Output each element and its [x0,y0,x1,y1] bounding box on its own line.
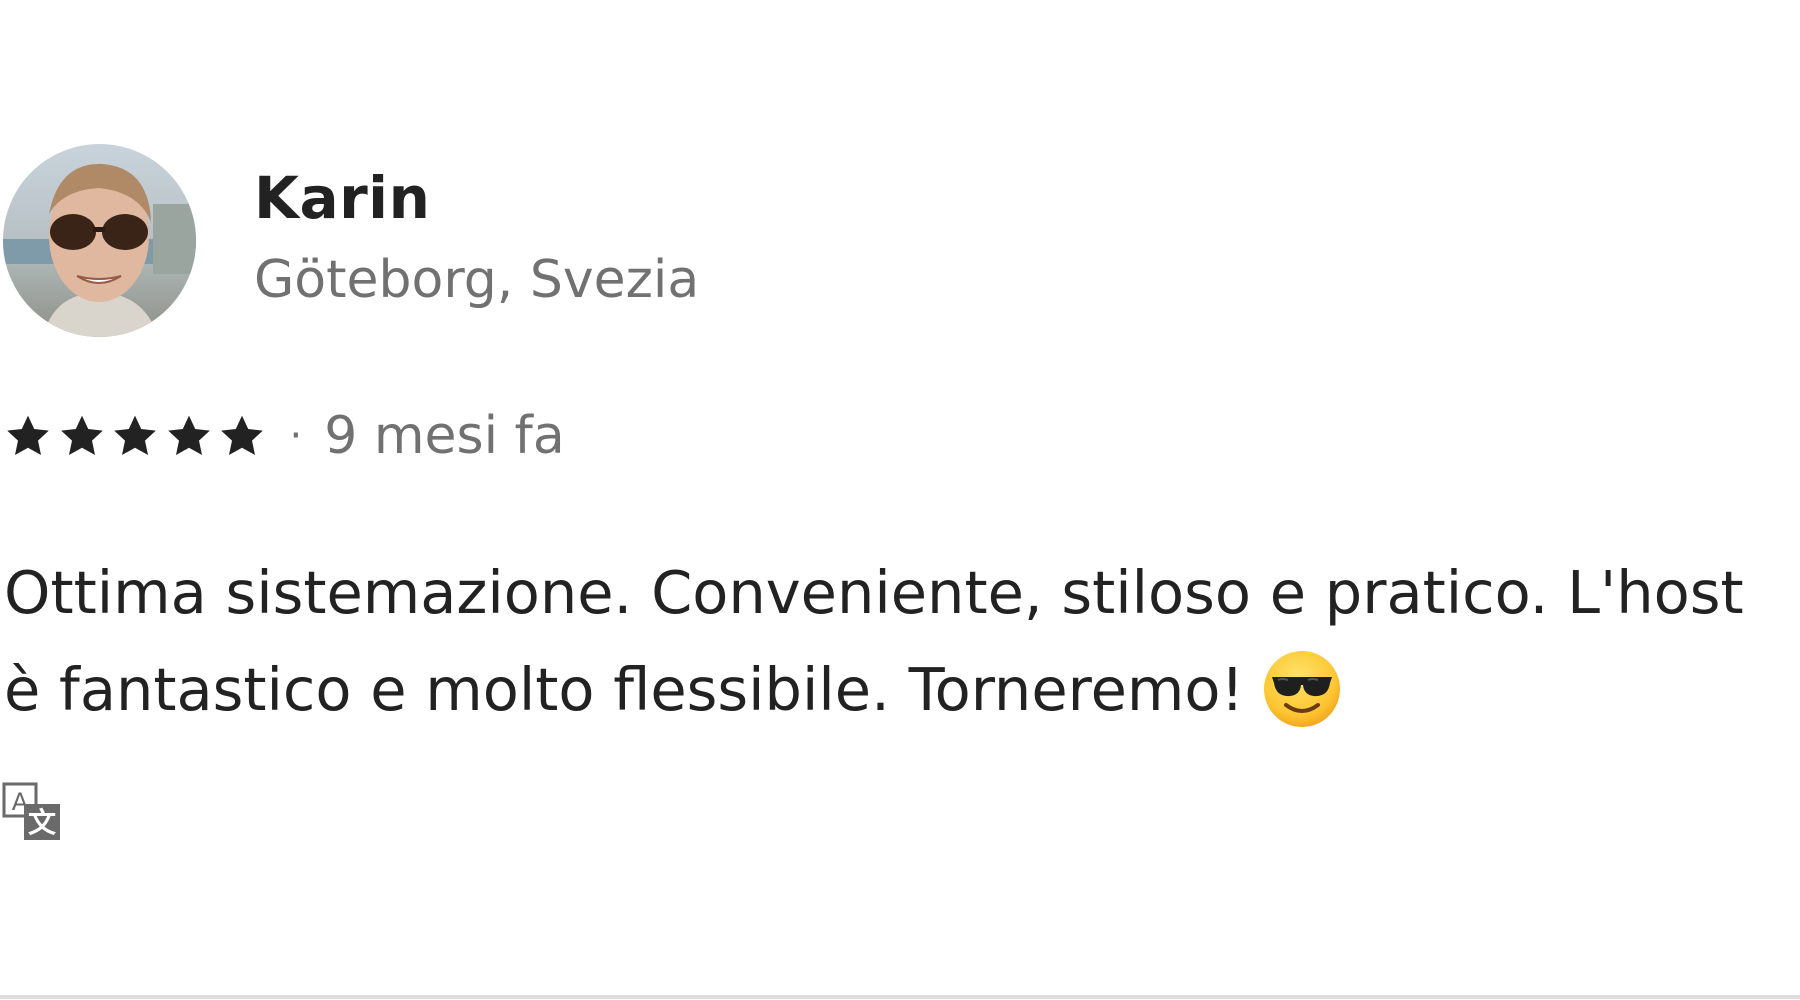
avatar-photo [3,144,196,337]
star-icon [167,415,210,455]
star-icon [221,415,263,455]
divider [0,995,1800,999]
star-icon [7,415,49,455]
avatar[interactable] [3,144,196,337]
translate-button[interactable]: A 文 [2,782,62,842]
review-date: 9 mesi fa [324,406,565,466]
rating-row: · 9 mesi fa [0,404,565,468]
review-text: Ottima sistemazione. Conveniente, stilos… [4,544,1800,738]
review-text-line: è fantastico e molto flessibile. Tornere… [4,655,1245,724]
separator-dot: · [289,413,303,459]
star-icon [114,415,156,455]
review-text-line: Ottima sistemazione. Conveniente, stilos… [4,558,1744,627]
reviewer-name: Karin [254,164,431,232]
star-icon [60,415,103,455]
translate-icon: A 文 [2,782,60,840]
review-text-line-last: è fantastico e molto flessibile. Tornere… [4,641,1800,738]
reviewer-location: Göteborg, Svezia [254,250,700,310]
review-card: Karin Göteborg, Svezia · 9 mesi fa Ottim… [0,0,1800,1000]
star-rating [4,412,272,460]
svg-text:文: 文 [28,806,56,839]
smiling-face-with-sunglasses-icon [1264,650,1341,727]
